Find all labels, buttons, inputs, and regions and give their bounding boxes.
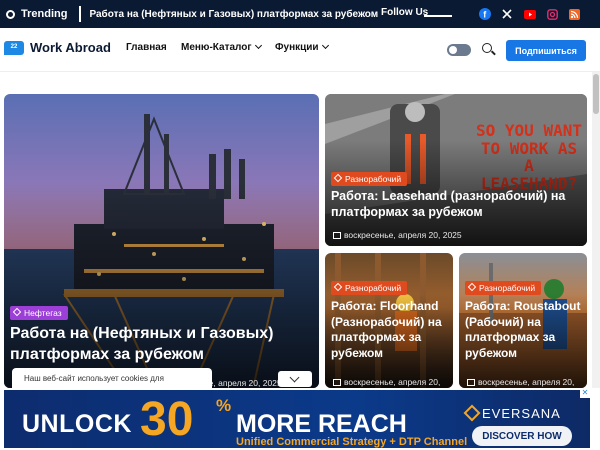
youtube-icon[interactable] bbox=[522, 6, 538, 22]
pin-icon bbox=[333, 282, 343, 292]
category-badge[interactable]: Нефтегаз bbox=[10, 306, 68, 320]
chevron-down-icon bbox=[254, 41, 262, 50]
card-date: воскресенье, апреля 20, bbox=[333, 377, 440, 387]
eversana-logo-icon bbox=[463, 404, 481, 422]
category-badge[interactable]: Разнорабочий bbox=[331, 281, 408, 295]
ad-percent: 30 bbox=[140, 393, 194, 446]
card-title[interactable]: Работа на (Нефтяных и Газовых) платформа… bbox=[10, 324, 310, 366]
nav-home[interactable]: Главная bbox=[126, 42, 167, 53]
ad-brand: EVERSANA bbox=[482, 406, 561, 421]
card-title[interactable]: Работа: Floorhand (Разнорабочий) на плат… bbox=[331, 299, 451, 361]
featured-card-bottom-left[interactable]: Разнорабочий Работа: Floorhand (Разнораб… bbox=[325, 253, 453, 388]
subscribe-button[interactable]: Подпишиться bbox=[506, 40, 586, 61]
ad-headline-unlock: UNLOCK bbox=[22, 410, 132, 438]
ad-headline-more: MORE REACH bbox=[236, 410, 407, 438]
trending-label-text: Trending bbox=[21, 8, 68, 20]
rss-icon[interactable] bbox=[566, 6, 582, 22]
pin-icon bbox=[467, 282, 477, 292]
ad-banner[interactable]: UNLOCK 30 % MORE REACH Unified Commercia… bbox=[0, 388, 600, 450]
calendar-icon bbox=[467, 379, 475, 386]
trending-icon bbox=[6, 9, 15, 19]
chevron-down-icon bbox=[321, 41, 329, 50]
dark-mode-toggle[interactable] bbox=[447, 44, 471, 56]
nav-menu-catalog[interactable]: Меню-Каталог bbox=[181, 41, 262, 53]
follow-underline bbox=[424, 15, 452, 17]
toggle-knob bbox=[449, 46, 457, 54]
trending-bar: Trending Работа на (Нефтяных и Газовых) … bbox=[0, 0, 600, 28]
card-title[interactable]: Работа: Roustabout (Рабочий) на платформ… bbox=[465, 299, 585, 361]
card-date: воскресенье, апреля 20, 2025 bbox=[333, 230, 462, 240]
nav-functions[interactable]: Функции bbox=[275, 41, 329, 53]
ad-discover-button[interactable]: DISCOVER HOW bbox=[472, 426, 572, 446]
calendar-icon bbox=[333, 379, 341, 386]
site-header: 22 Work Abroad Главная Меню-Каталог Функ… bbox=[0, 28, 600, 72]
cookie-notice: Наш веб-сайт использует cookies для bbox=[12, 368, 212, 388]
card-date: воскресенье, апреля 20, bbox=[467, 377, 574, 387]
x-icon[interactable] bbox=[499, 6, 515, 22]
category-badge[interactable]: Разнорабочий bbox=[465, 281, 542, 295]
calendar-icon bbox=[333, 232, 341, 239]
pin-icon bbox=[12, 307, 22, 317]
instagram-icon[interactable] bbox=[544, 6, 560, 22]
logo-text[interactable]: Work Abroad bbox=[30, 40, 111, 55]
featured-card-main[interactable]: Нефтегаз Работа на (Нефтяных и Газовых) … bbox=[4, 94, 319, 388]
trending-separator bbox=[79, 6, 82, 22]
pin-icon bbox=[333, 173, 343, 183]
scrollbar-thumb[interactable] bbox=[593, 74, 599, 114]
page-scrollbar[interactable] bbox=[592, 72, 600, 388]
featured-card-top-right[interactable]: SO YOU WANT TO WORK AS A LEASEHAND? Разн… bbox=[325, 94, 587, 246]
trending-link[interactable]: Работа на (Нефтяных и Газовых) платформа… bbox=[89, 9, 378, 20]
follow-us-label: Follow Us bbox=[381, 7, 429, 18]
logo-icon[interactable]: 22 bbox=[4, 41, 24, 55]
trending-label: Trending bbox=[0, 0, 67, 28]
ad-percent-symbol: % bbox=[216, 396, 232, 415]
featured-card-bottom-right[interactable]: Разнорабочий Работа: Roustabout (Рабочий… bbox=[459, 253, 587, 388]
ad-creative[interactable]: UNLOCK 30 % MORE REACH Unified Commercia… bbox=[4, 390, 590, 448]
cookie-expand-button[interactable] bbox=[278, 371, 312, 387]
ad-subline: Unified Commercial Strategy + DTP Channe… bbox=[236, 436, 468, 448]
facebook-icon[interactable]: f bbox=[477, 6, 493, 22]
ad-close-icon[interactable]: ✕ bbox=[580, 388, 590, 398]
search-icon[interactable] bbox=[482, 43, 492, 53]
category-badge[interactable]: Разнорабочий bbox=[331, 172, 408, 186]
card-title[interactable]: Работа: Leasehand (разнорабочий) на плат… bbox=[331, 188, 571, 221]
